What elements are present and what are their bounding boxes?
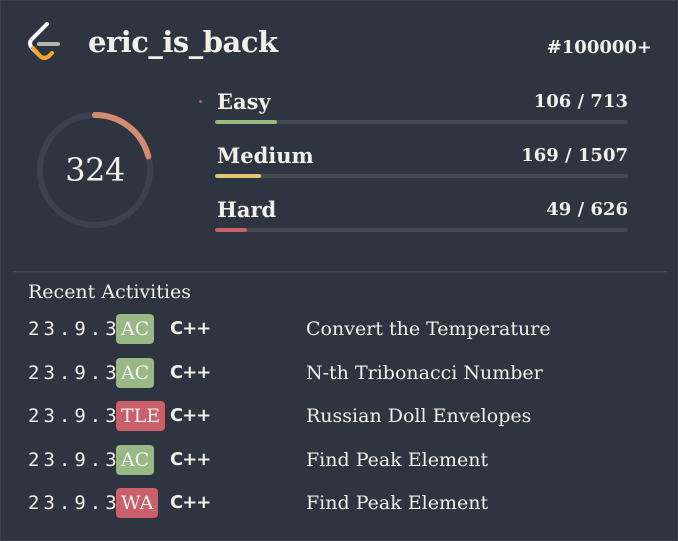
progress-fill [215, 120, 277, 124]
problem-title[interactable]: Find Peak Element [306, 492, 488, 514]
language-label: C++ [170, 405, 211, 426]
progress-track [215, 228, 628, 232]
section-divider [13, 271, 667, 273]
difficulty-label: Medium [217, 143, 314, 168]
difficulty-label: Hard [217, 197, 277, 222]
activity-row[interactable]: 23.9.3 WA C++ Find Peak Element [28, 488, 648, 520]
activity-row[interactable]: 23.9.3 TLE C++ Russian Doll Envelopes [28, 401, 648, 433]
status-badge: AC [116, 358, 155, 388]
activity-date: 23.9.3 [28, 492, 121, 514]
problem-title[interactable]: Russian Doll Envelopes [306, 405, 531, 427]
status-badge: TLE [116, 401, 166, 431]
leetcode-stats-card: eric_is_back #100000+ 324 Easy 106 / 713… [0, 0, 678, 541]
language-label: C++ [170, 449, 211, 470]
difficulty-count: 49 / 626 [546, 199, 628, 220]
status-badge: WA [116, 488, 159, 518]
activity-date: 23.9.3 [28, 405, 121, 427]
problem-title[interactable]: N-th Tribonacci Number [306, 362, 543, 384]
activity-date: 23.9.3 [28, 318, 121, 340]
activity-date: 23.9.3 [28, 449, 121, 471]
status-badge: AC [116, 445, 155, 475]
indicator-dot [199, 100, 202, 103]
difficulty-count: 106 / 713 [533, 91, 628, 112]
recent-activities-heading: Recent Activities [28, 281, 191, 303]
difficulty-count: 169 / 1507 [521, 145, 628, 166]
progress-track [215, 120, 628, 124]
language-label: C++ [170, 492, 211, 513]
progress-fill [215, 228, 248, 232]
status-badge: AC [116, 314, 155, 344]
activity-date: 23.9.3 [28, 362, 121, 384]
leetcode-logo-icon[interactable] [25, 21, 63, 63]
difficulty-label: Easy [217, 89, 271, 114]
activity-row[interactable]: 23.9.3 AC C++ Find Peak Element [28, 445, 648, 477]
activity-row[interactable]: 23.9.3 AC C++ N-th Tribonacci Number [28, 358, 648, 390]
language-label: C++ [170, 362, 211, 383]
language-label: C++ [170, 318, 211, 339]
activity-row[interactable]: 23.9.3 AC C++ Convert the Temperature [28, 314, 648, 346]
rank-badge: #100000+ [546, 37, 652, 58]
total-solved-count: 324 [65, 151, 125, 189]
username[interactable]: eric_is_back [88, 25, 278, 59]
progress-track [215, 174, 628, 178]
problem-title[interactable]: Find Peak Element [306, 449, 488, 471]
progress-fill [215, 174, 262, 178]
problem-title[interactable]: Convert the Temperature [306, 318, 551, 340]
